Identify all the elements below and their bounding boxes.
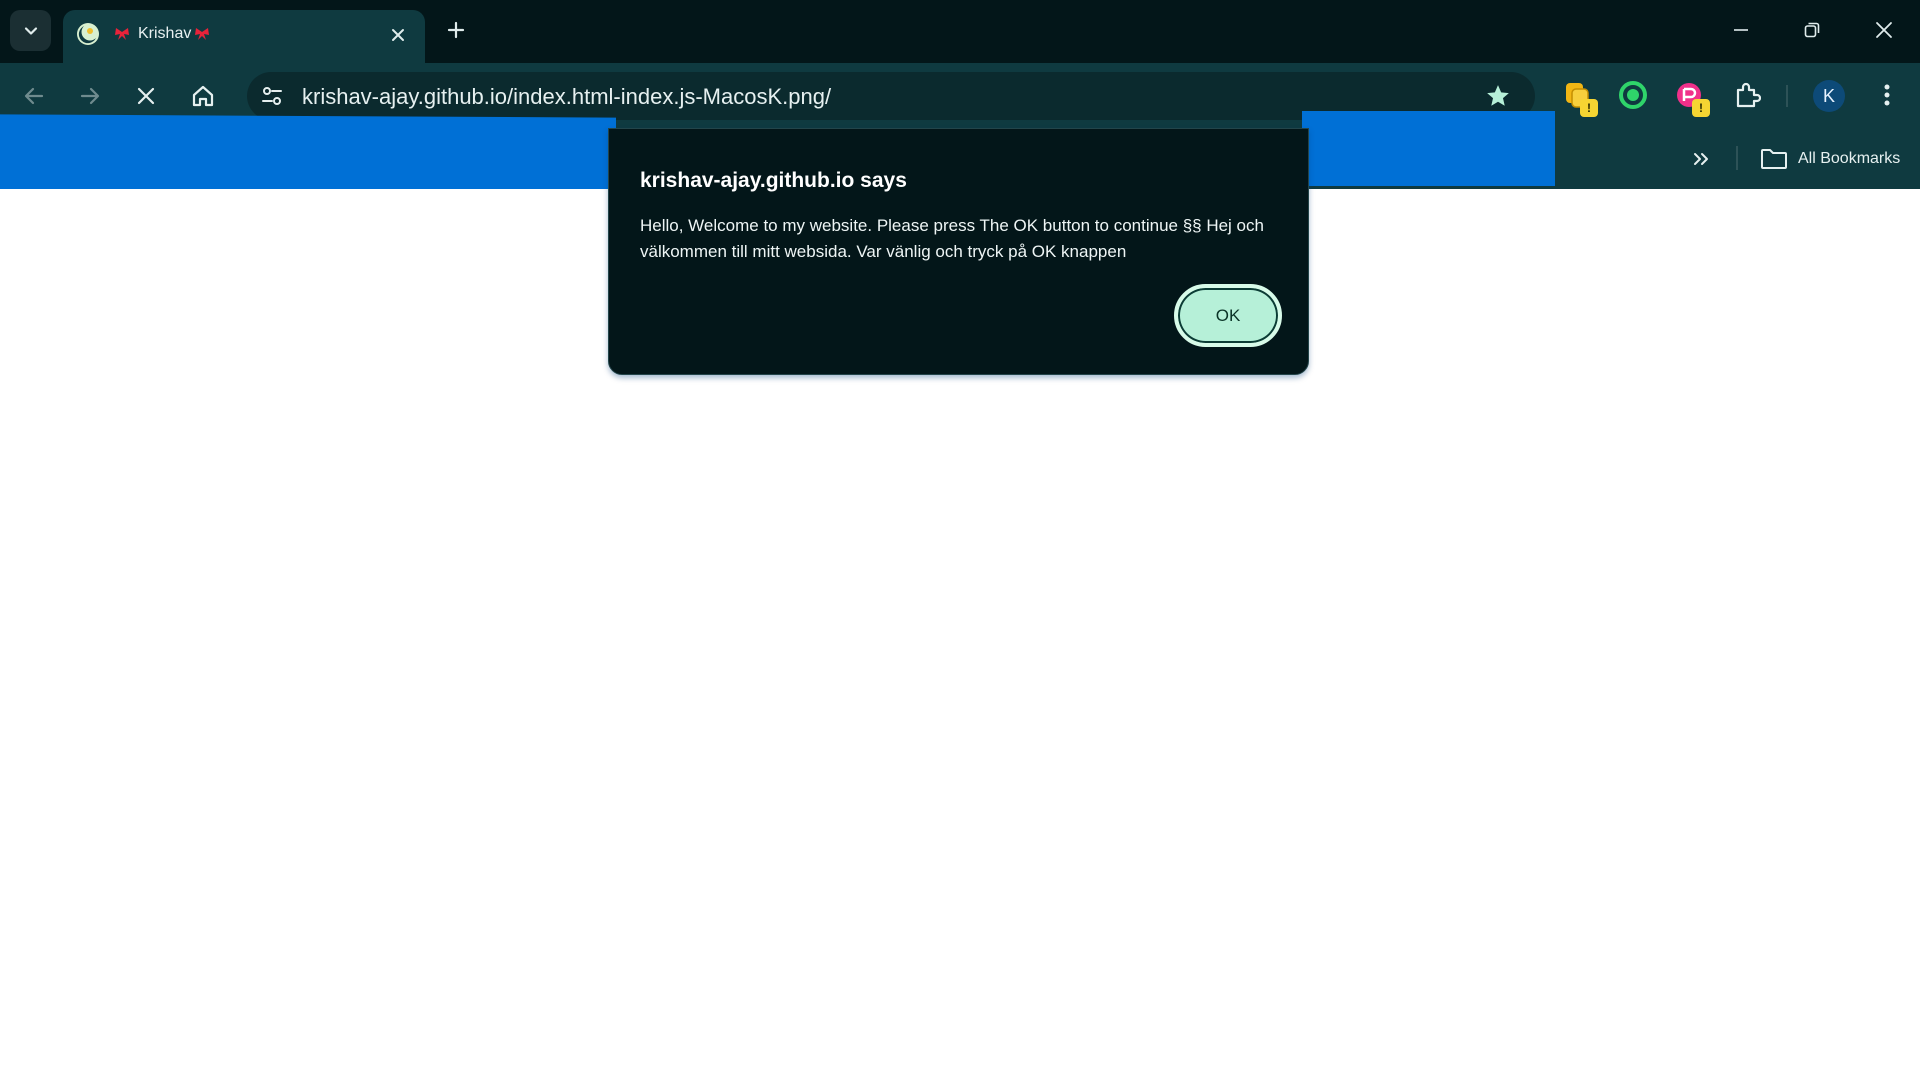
chevron-down-icon — [24, 26, 37, 35]
tab-close-button[interactable] — [385, 22, 411, 48]
close-icon — [392, 29, 404, 41]
tab-title: Krishav — [138, 25, 192, 42]
redaction-overlay — [1302, 111, 1555, 186]
new-tab-button[interactable] — [441, 15, 471, 45]
all-bookmarks-button[interactable]: All Bookmarks — [1760, 144, 1900, 174]
extension-warning-badge: ! — [1580, 99, 1598, 117]
folder-icon — [1761, 149, 1787, 169]
extension-button-green[interactable] — [1616, 78, 1650, 112]
back-button[interactable] — [14, 76, 54, 116]
tune-icon — [262, 87, 282, 105]
close-icon — [137, 87, 155, 105]
profile-avatar[interactable]: K — [1813, 80, 1845, 112]
site-favicon-icon — [77, 23, 99, 45]
forward-button[interactable] — [70, 76, 110, 116]
bookmarks-overflow-button[interactable] — [1686, 144, 1716, 174]
tab-strip: Krishav — [0, 0, 1920, 63]
ok-button-label: OK — [1215, 305, 1241, 325]
restore-button[interactable] — [1789, 10, 1835, 50]
double-chevron-right-icon — [1694, 153, 1708, 165]
extensions-menu-button[interactable] — [1730, 78, 1764, 112]
home-icon — [192, 85, 214, 107]
ok-button[interactable]: OK — [1174, 284, 1282, 347]
ribbon-icon — [115, 28, 129, 40]
extension-button-copy[interactable]: ! — [1560, 78, 1598, 117]
redaction-overlay — [0, 114, 616, 196]
extension-button-pink[interactable]: ! — [1672, 78, 1710, 117]
site-info-button[interactable] — [257, 81, 287, 111]
dialog-heading: krishav-ajay.github.io says — [640, 169, 907, 192]
minimize-button[interactable] — [1718, 10, 1764, 50]
tab-search-button[interactable] — [10, 10, 51, 51]
browser-window: Krishav krishav-ajay.github.io/index.htm… — [0, 0, 1920, 1080]
minimize-icon — [1734, 29, 1748, 31]
plus-icon — [447, 21, 465, 39]
toolbar-divider — [1786, 85, 1788, 107]
active-tab[interactable]: Krishav — [63, 10, 425, 63]
dialog-message: Hello, Welcome to my website. Please pre… — [640, 216, 1264, 261]
star-icon — [1487, 85, 1509, 106]
browser-menu-button[interactable] — [1870, 78, 1904, 112]
bookmarks-divider — [1736, 146, 1738, 170]
alert-dialog: krishav-ajay.github.io says Hello, Welco… — [608, 128, 1309, 375]
arrow-right-icon — [80, 87, 100, 105]
url-text[interactable]: krishav-ajay.github.io/index.html-index.… — [302, 84, 831, 110]
more-vertical-icon — [1884, 84, 1890, 106]
ribbon-icon — [195, 28, 209, 40]
puzzle-icon — [1736, 82, 1761, 108]
stop-loading-button[interactable] — [126, 76, 166, 116]
all-bookmarks-label: All Bookmarks — [1798, 150, 1901, 167]
extension-warning-badge: ! — [1692, 99, 1710, 117]
arrow-left-icon — [24, 87, 44, 105]
bookmark-star-button[interactable] — [1483, 81, 1513, 111]
close-window-button[interactable] — [1861, 10, 1907, 50]
close-icon — [1876, 22, 1892, 38]
restore-icon — [1804, 22, 1820, 38]
circle-extension-icon — [1619, 81, 1647, 109]
home-button[interactable] — [183, 76, 223, 116]
